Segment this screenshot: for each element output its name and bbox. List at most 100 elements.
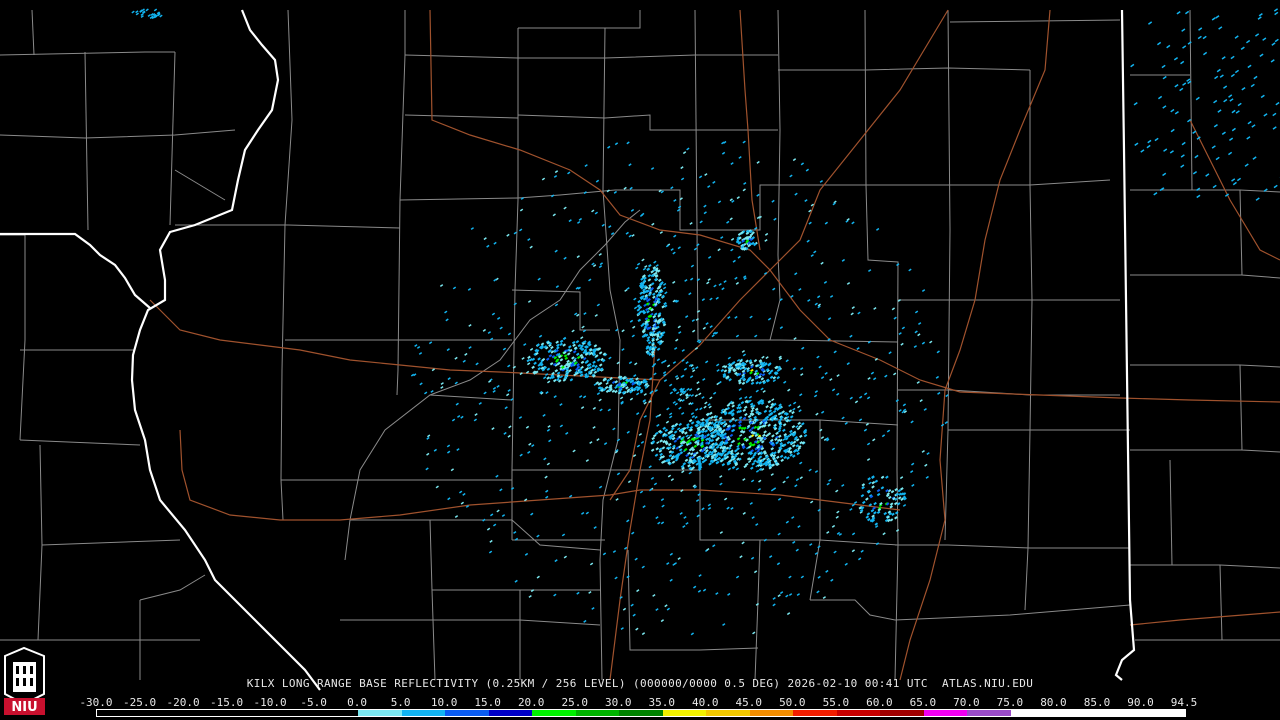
echo-pixel xyxy=(629,319,634,323)
echo-pixel xyxy=(1258,13,1263,17)
scale-segment xyxy=(271,710,315,716)
echo-pixel xyxy=(666,364,671,368)
scale-segment xyxy=(749,710,794,716)
echo-pixel xyxy=(865,515,870,519)
echo-pixel xyxy=(626,141,630,145)
echo-pixel xyxy=(798,434,803,439)
echo-pixel xyxy=(690,393,695,397)
echo-pixel xyxy=(555,285,560,289)
echo-pixel xyxy=(857,557,862,561)
echo-pixel xyxy=(583,619,587,623)
echo-pixel xyxy=(830,578,834,582)
echo-pixel xyxy=(712,180,716,184)
echo-pixel xyxy=(916,380,920,384)
echo-pixel xyxy=(1270,59,1275,63)
echo-pixel xyxy=(705,322,709,326)
echo-pixel xyxy=(743,405,748,410)
echo-pixel xyxy=(672,400,676,404)
echo-pixel xyxy=(762,433,766,438)
echo-pixel xyxy=(736,444,740,448)
echo-pixel xyxy=(777,594,781,598)
echo-pixel xyxy=(595,179,600,183)
echo-pixel xyxy=(808,221,812,225)
echo-pixel xyxy=(800,162,805,166)
echo-pixel xyxy=(900,342,904,346)
echo-pixel xyxy=(1195,96,1200,101)
echo-pixel xyxy=(651,222,655,226)
echo-pixel xyxy=(542,413,546,417)
echo-pixel xyxy=(580,511,585,515)
echo-pixel xyxy=(809,543,813,547)
echo-pixel xyxy=(690,412,695,416)
echo-pixel xyxy=(872,438,876,442)
echo-pixel xyxy=(699,407,703,411)
echo-pixel xyxy=(769,555,773,559)
echo-pixel xyxy=(810,254,814,258)
echo-pixel xyxy=(554,303,559,307)
echo-pixel xyxy=(800,367,804,371)
echo-pixel xyxy=(700,417,705,422)
echo-pixel xyxy=(643,392,647,396)
echo-pixel xyxy=(628,163,632,167)
echo-pixel xyxy=(791,410,795,415)
echo-pixel xyxy=(414,344,418,348)
echo-pixel xyxy=(689,221,693,225)
echo-pixel xyxy=(580,360,585,365)
echo-pixel xyxy=(715,363,720,367)
product-caption: KILX LONG RANGE BASE REFLECTIVITY (0.25K… xyxy=(246,677,1034,690)
echo-pixel xyxy=(795,478,800,482)
scale-segment xyxy=(923,710,968,716)
echo-pixel xyxy=(675,377,680,381)
echo-pixel xyxy=(740,452,744,456)
echo-pixel xyxy=(771,199,775,203)
echo-pixel xyxy=(546,357,550,361)
echo-pixel xyxy=(525,425,530,429)
echo-pixel xyxy=(788,575,792,579)
echo-pixel xyxy=(749,315,753,319)
echo-pixel xyxy=(559,358,564,362)
echo-pixel xyxy=(1247,120,1252,125)
echo-pixel xyxy=(741,349,746,353)
echo-pixel xyxy=(777,497,782,501)
echo-pixel xyxy=(820,436,825,440)
echo-pixel xyxy=(708,255,712,259)
echo-pixel xyxy=(1181,28,1186,32)
echo-pixel xyxy=(1169,150,1174,154)
echo-pixel xyxy=(584,164,588,168)
echo-pixel xyxy=(868,481,872,485)
echo-pixel xyxy=(553,378,557,383)
echo-pixel xyxy=(625,386,629,390)
echo-pixel xyxy=(419,382,423,386)
color-scale-bar xyxy=(96,709,1186,717)
echo-pixel xyxy=(1176,11,1181,15)
echo-pixel xyxy=(655,447,660,451)
echo-pixel xyxy=(925,475,929,479)
echo-pixel xyxy=(891,307,896,311)
echo-pixel xyxy=(851,549,856,553)
scale-label: -20.0 xyxy=(166,696,200,709)
echo-pixel xyxy=(745,359,749,363)
echo-pixel xyxy=(669,383,673,387)
echo-pixel xyxy=(619,396,624,400)
reflectivity-echoes xyxy=(131,8,1280,636)
echo-pixel xyxy=(576,313,580,317)
echo-pixel xyxy=(727,467,732,471)
scale-label: 94.5 xyxy=(1170,696,1198,709)
color-scale-labels: -30.0 -25.0 -20.0 -15.0 -10.0 -5.0 0.0 5.0 10.0 1… xyxy=(79,696,1198,709)
echo-pixel xyxy=(761,373,766,377)
echo-pixel xyxy=(1179,87,1184,92)
echo-pixel xyxy=(924,463,928,467)
echo-pixel xyxy=(593,370,598,374)
echo-pixel xyxy=(785,594,789,598)
echo-pixel xyxy=(1255,197,1260,201)
echo-pixel xyxy=(849,507,853,511)
echo-pixel xyxy=(734,276,738,280)
echo-pixel xyxy=(738,155,742,159)
echo-pixel xyxy=(589,562,594,566)
echo-pixel xyxy=(505,393,510,397)
echo-pixel xyxy=(1253,75,1258,80)
echo-pixel xyxy=(455,402,459,406)
echo-pixel xyxy=(716,368,720,372)
echo-pixel xyxy=(824,371,828,375)
echo-pixel xyxy=(654,453,659,457)
